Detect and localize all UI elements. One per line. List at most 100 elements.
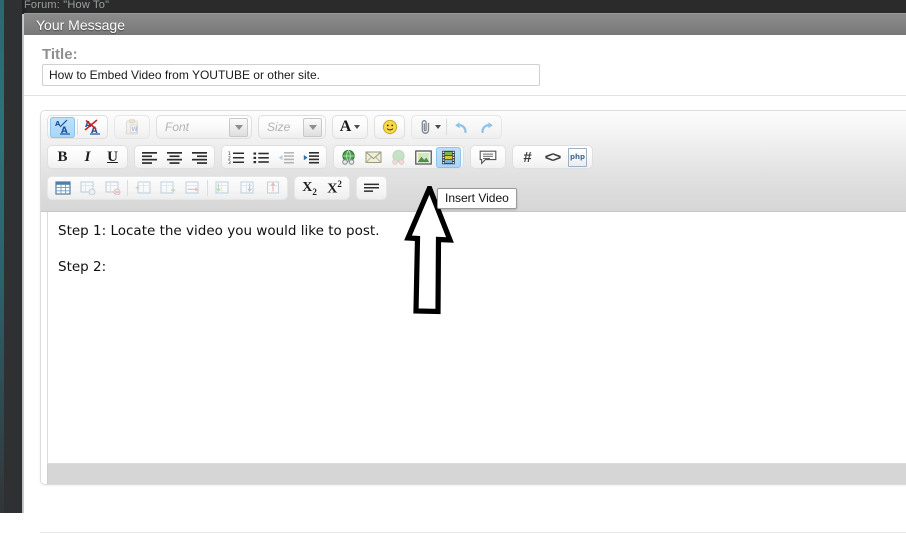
table-column-left-icon <box>214 181 229 194</box>
basic-style-group: B I U <box>47 145 128 169</box>
indent-button[interactable] <box>299 147 324 168</box>
toolbar-row-2: B I U 1 2 3 # <> php <box>47 145 593 169</box>
numbered-list-button[interactable]: 1 2 3 <box>224 147 249 168</box>
font-family-select[interactable]: Font <box>156 115 252 139</box>
clipboard-word-icon: W <box>126 119 138 135</box>
paste-from-word-button: W <box>117 117 147 138</box>
rail-body <box>4 0 22 513</box>
insert-php-button[interactable]: php <box>565 147 590 168</box>
svg-text:3: 3 <box>228 160 231 164</box>
a-over-a-icon: A A <box>55 119 70 135</box>
globe-link-icon <box>342 149 355 165</box>
bullet-list-button[interactable] <box>249 147 274 168</box>
paperclip-icon <box>421 120 429 134</box>
insert-emoticon-button[interactable] <box>377 117 402 138</box>
align-left-icon <box>142 151 157 164</box>
php-file-icon: php <box>568 147 587 167</box>
table-row-insert-icon <box>135 181 151 194</box>
align-right-button[interactable] <box>187 147 212 168</box>
attach-undo-group <box>411 115 502 139</box>
smiley-icon <box>382 119 397 135</box>
table-cell-merge-icon <box>159 181 175 194</box>
insert-link-button[interactable] <box>336 147 361 168</box>
outdent-button <box>274 147 299 168</box>
forum-post-editor-page: Forum: "How To" Your Message Title: A <box>0 0 906 533</box>
text-color-button[interactable]: A <box>335 117 365 138</box>
panel-title: Your Message <box>36 17 125 33</box>
superscript-icon: X2 <box>327 178 342 197</box>
ordered-list-icon: 1 2 3 <box>228 151 244 164</box>
title-label: Title: <box>42 46 78 63</box>
align-center-icon <box>167 151 182 164</box>
window-chrome-top: Forum: "How To" <box>0 0 906 14</box>
rail-accent-stripe <box>0 0 4 513</box>
insert-email-button[interactable] <box>361 147 386 168</box>
title-input[interactable] <box>42 64 540 86</box>
split-cell-button <box>180 178 205 199</box>
strikethrough-a-icon: A A <box>83 119 100 135</box>
font-color-icon: A <box>339 118 352 135</box>
delete-table-button <box>100 178 125 199</box>
group-separator <box>77 119 78 135</box>
remove-format-button[interactable]: A A <box>80 117 105 138</box>
envelope-icon <box>365 151 382 163</box>
underline-button[interactable]: U <box>100 147 125 168</box>
undo-arrow-icon <box>455 121 467 133</box>
message-body-editable[interactable]: Step 1: Locate the video you would like … <box>47 212 906 464</box>
chevron-down-icon[interactable] <box>229 117 248 137</box>
italic-icon: I <box>84 148 91 165</box>
post-form-content: Title: A A <box>24 35 906 533</box>
paste-word-group: W <box>114 115 150 139</box>
table-properties-icon <box>79 181 95 195</box>
bold-button[interactable]: B <box>50 147 75 168</box>
left-sidebar-rail <box>0 0 22 513</box>
angle-brackets-icon: <> <box>544 148 562 166</box>
your-message-header: Your Message <box>24 13 906 35</box>
undo-button[interactable] <box>449 117 474 138</box>
insert-quote-button[interactable] <box>473 147 503 168</box>
table-column-delete-icon <box>266 181 279 194</box>
media-group <box>333 145 464 169</box>
align-center-button[interactable] <box>162 147 187 168</box>
rich-text-editor: A A A A W Font Size A B I U 1 2 3 # <> p… <box>40 110 906 485</box>
align-left-button[interactable] <box>137 147 162 168</box>
font-size-select[interactable]: Size <box>258 115 326 139</box>
redo-button[interactable] <box>474 117 499 138</box>
attach-file-button[interactable] <box>414 117 444 138</box>
insert-hash-button[interactable]: # <box>515 147 540 168</box>
text-color-group: A <box>332 115 368 139</box>
insert-table-button[interactable] <box>50 178 75 199</box>
insert-video-button[interactable] <box>436 146 461 168</box>
subscript-button[interactable]: X2 <box>297 178 322 199</box>
indent-icon <box>303 151 319 163</box>
toggle-wysiwyg-button[interactable]: A A <box>50 116 75 138</box>
subscript-icon: X2 <box>302 179 317 197</box>
group-separator <box>207 180 208 196</box>
insert-column-right-button <box>235 178 260 199</box>
tooltip: Insert Video <box>437 188 517 209</box>
bold-icon: B <box>57 148 68 165</box>
horizontal-rule-button[interactable] <box>359 178 384 199</box>
delete-column-button <box>260 178 285 199</box>
horizontal-rule-icon <box>364 183 379 192</box>
film-strip-icon <box>442 150 455 164</box>
chevron-down-icon[interactable] <box>354 125 361 129</box>
italic-button[interactable]: I <box>75 147 100 168</box>
insert-code-button[interactable]: <> <box>540 147 565 168</box>
speech-bubble-icon <box>479 150 497 165</box>
outdent-icon <box>278 151 294 163</box>
remove-link-button[interactable] <box>386 147 411 168</box>
group-separator <box>446 119 447 135</box>
emoticon-group <box>374 115 405 139</box>
chevron-down-icon[interactable] <box>303 117 322 137</box>
editor-status-bar <box>47 464 906 484</box>
font-select-label: Font <box>165 120 190 134</box>
insert-image-button[interactable] <box>411 147 436 168</box>
formatting-source-group: A A A A <box>47 115 108 139</box>
group-separator <box>127 180 128 196</box>
table-delete-icon <box>104 181 120 195</box>
size-select-label: Size <box>267 120 291 134</box>
chevron-down-icon[interactable] <box>434 125 441 129</box>
superscript-button[interactable]: X2 <box>322 178 347 199</box>
